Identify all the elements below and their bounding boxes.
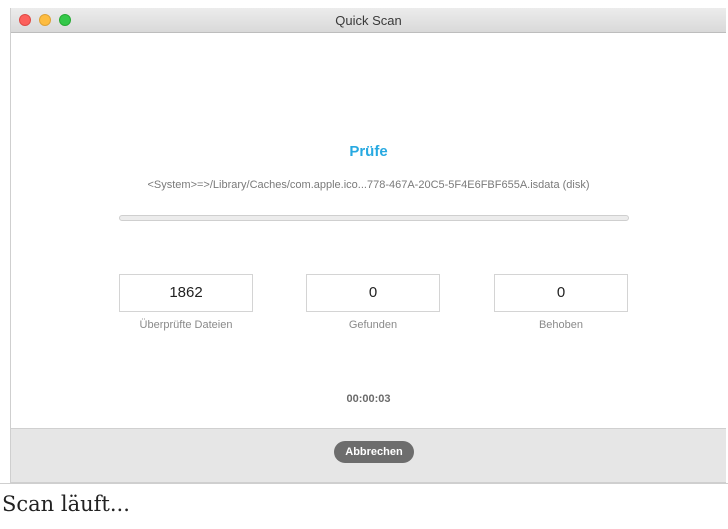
fixed-label: Behoben — [538, 319, 584, 331]
scan-status-heading: Prüfe — [349, 143, 388, 160]
scan-content: Prüfe <System>=>/Library/Caches/com.appl… — [11, 33, 726, 428]
stat-fixed: 0 Behoben — [494, 274, 628, 331]
footer-bar: Abbrechen — [11, 428, 726, 482]
status-caption: Scan läuft... — [2, 492, 130, 516]
title-bar[interactable]: Quick Scan — [11, 8, 726, 33]
checked-files-label: Überprüfte Dateien — [139, 319, 233, 331]
current-file-path: <System>=>/Library/Caches/com.apple.ico.… — [147, 179, 590, 191]
checked-files-value: 1862 — [119, 274, 253, 312]
caption-divider — [0, 483, 728, 484]
cancel-button[interactable]: Abbrechen — [334, 441, 414, 463]
scan-progress-bar — [119, 215, 629, 221]
found-label: Gefunden — [348, 319, 398, 331]
found-value: 0 — [306, 274, 440, 312]
quick-scan-window: Quick Scan Prüfe <System>=>/Library/Cach… — [10, 8, 726, 483]
elapsed-time: 00:00:03 — [346, 393, 391, 405]
stat-checked-files: 1862 Überprüfte Dateien — [119, 274, 253, 331]
fixed-value: 0 — [494, 274, 628, 312]
stat-found: 0 Gefunden — [306, 274, 440, 331]
window-title: Quick Scan — [335, 13, 402, 28]
